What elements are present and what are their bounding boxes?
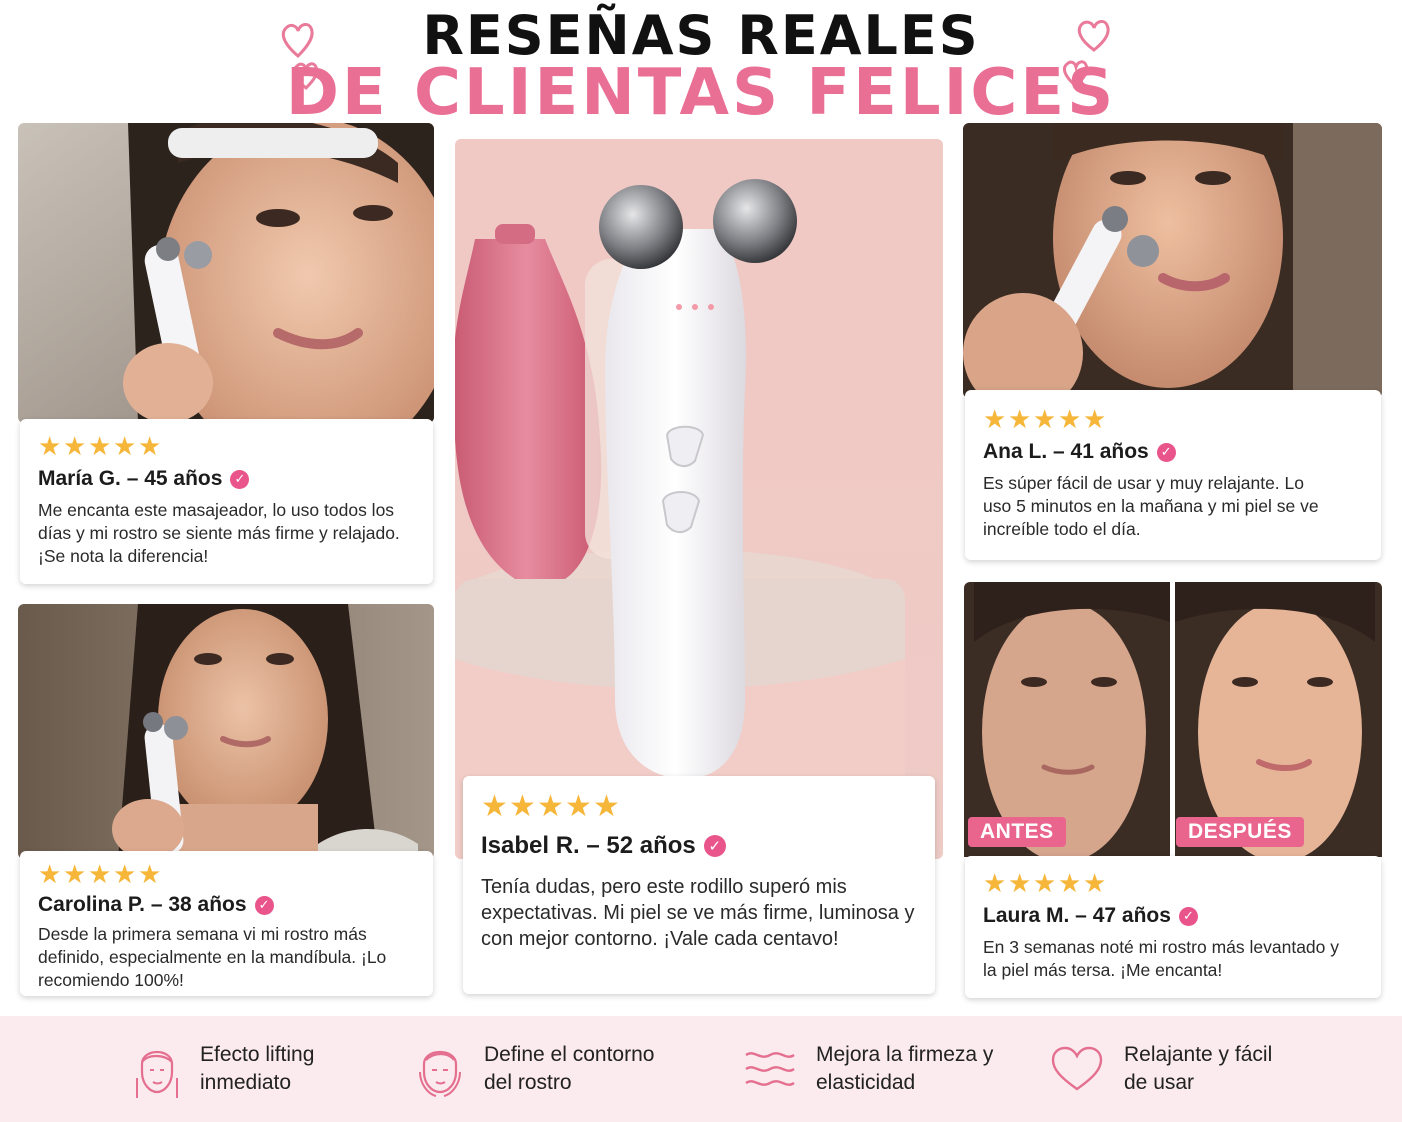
rating-stars: ★★★★★ [481,792,917,824]
reviewer-name: María G. – 45 años ✓ [38,467,415,491]
star-icon: ★ [88,431,112,461]
review-card: ★★★★★ Carolina P. – 38 años ✓ Desde la p… [20,851,433,996]
benefits-bar: Efecto lifting inmediato Define el conto… [0,1016,1402,1122]
reviewer-name-text: Laura M. – 47 años [983,904,1171,927]
verified-check-icon: ✓ [230,469,250,489]
benefit-label: Mejora la firmeza y elasticidad [816,1043,994,1094]
reviewer-name-text: Isabel R. – 52 años [481,832,696,859]
review-card: ★★★★★ Ana L. – 41 años ✓ Es súper fácil … [965,390,1381,560]
review-photo-ana [963,123,1382,398]
page-subtitle: DE CLIENTAS FELICES [285,56,1117,130]
reviewer-name-text: Ana L. – 41 años [983,440,1149,463]
star-icon: ★ [509,790,536,823]
star-icon: ★ [983,868,1007,898]
before-photo [964,582,1170,857]
review-text: En 3 semanas noté mi rostro más levantad… [983,937,1340,980]
review-photo-maria [18,123,434,423]
review-card: ★★★★★ Laura M. – 47 años ✓ En 3 semanas … [965,856,1381,998]
star-icon: ★ [63,431,87,461]
before-label: ANTES [968,817,1066,847]
review-text: Tenía dudas, pero este rodillo superó mi… [481,876,915,950]
reviewer-name-text: Carolina P. – 38 años [38,893,247,916]
product-photo [455,139,943,859]
star-icon: ★ [537,790,564,823]
verified-check-icon: ✓ [1156,442,1176,462]
rating-stars: ★★★★★ [983,406,1363,434]
star-icon: ★ [113,431,137,461]
star-icon: ★ [38,431,62,461]
star-icon: ★ [113,859,137,889]
verified-check-icon: ✓ [254,895,274,915]
benefit-item: Mejora la firmeza y elasticidad [744,1016,1006,1122]
star-icon: ★ [1058,404,1082,434]
star-icon: ★ [1083,868,1107,898]
star-icon: ★ [593,790,620,823]
benefit-label: Relajante y fácil de usar [1124,1043,1273,1094]
review-text: Es súper fácil de usar y muy relajante. … [983,473,1319,539]
verified-check-icon: ✓ [1178,906,1198,926]
benefit-item: Define el contorno del rostro [416,1016,684,1122]
reviewer-name-text: María G. – 45 años [38,467,223,490]
reviewer-name: Isabel R. – 52 años ✓ [481,832,917,860]
star-icon: ★ [565,790,592,823]
star-icon: ★ [1033,868,1057,898]
star-icon: ★ [38,859,62,889]
star-icon: ★ [1008,404,1032,434]
review-photo-carolina [18,604,434,859]
heart-icon [1051,1046,1103,1091]
star-icon: ★ [138,859,162,889]
benefit-label: Define el contorno del rostro [484,1043,655,1094]
reviewer-name: Carolina P. – 38 años ✓ [38,893,415,917]
after-photo [1175,582,1382,857]
star-icon: ★ [1083,404,1107,434]
star-icon: ★ [88,859,112,889]
rating-stars: ★★★★★ [983,870,1363,898]
benefit-label: Efecto lifting inmediato [200,1043,315,1094]
page-header: RESEÑAS REALES DE CLIENTAS FELICES [0,0,1402,130]
star-icon: ★ [1058,868,1082,898]
review-card-featured: ★★★★★ Isabel R. – 52 años ✓ Tenía dudas,… [463,776,935,994]
star-icon: ★ [481,790,508,823]
after-label: DESPUÉS [1176,817,1304,847]
review-text: Me encanta este masajeador, lo uso todos… [38,500,400,566]
face-contour-icon [419,1050,461,1097]
star-icon: ★ [63,859,87,889]
rating-stars: ★★★★★ [38,433,415,461]
face-lift-icon [136,1050,178,1098]
reviewer-name: Laura M. – 47 años ✓ [983,904,1363,928]
benefit-item: Relajante y fácil de usar [1050,1016,1294,1122]
rating-stars: ★★★★★ [38,861,415,889]
benefit-item: Efecto lifting inmediato [134,1016,330,1122]
reviewer-name: Ana L. – 41 años ✓ [983,440,1363,464]
review-card: ★★★★★ María G. – 45 años ✓ Me encanta es… [20,419,433,584]
verified-check-icon: ✓ [703,835,726,857]
review-text: Desde la primera semana vi mi rostro más… [38,924,387,990]
star-icon: ★ [983,404,1007,434]
star-icon: ★ [1033,404,1057,434]
star-icon: ★ [138,431,162,461]
waves-icon [745,1052,795,1086]
star-icon: ★ [1008,868,1032,898]
